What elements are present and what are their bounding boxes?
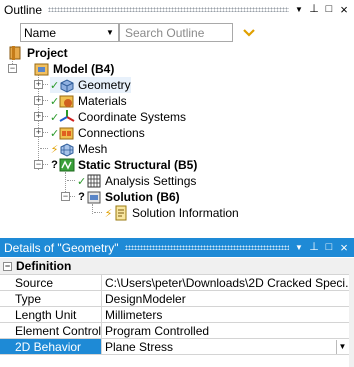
project-icon (8, 45, 24, 61)
tree-item-project[interactable]: Project (8, 45, 68, 61)
tree-label: Mesh (78, 142, 108, 156)
static-structural-icon (59, 157, 75, 173)
expand-search-icon[interactable] (241, 24, 257, 40)
property-value[interactable]: C:\Users\peter\Downloads\2D Cracked Spec… (102, 275, 349, 290)
tree-item-coordinate-systems[interactable]: ✓ Coordinate Systems (50, 109, 186, 125)
property-name: 2D Behavior (0, 339, 102, 354)
expand-toggle[interactable]: + (34, 128, 43, 137)
property-name: Length Unit (0, 307, 102, 322)
details-row-type[interactable]: Type DesignModeler (0, 291, 349, 307)
pane-menu-icon[interactable]: ▼ (293, 3, 305, 17)
pin-icon[interactable]: ⊥ (308, 3, 320, 17)
tree-label: Solution Information (132, 206, 239, 220)
details-row-length-unit[interactable]: Length Unit Millimeters (0, 307, 349, 323)
details-title: Details of "Geometry" (4, 240, 119, 255)
tree-item-solution[interactable]: ? Solution (B6) (77, 189, 180, 205)
question-status-icon: ? (78, 191, 85, 203)
outline-toolbar: Name ▼ (0, 21, 354, 44)
solution-information-icon (113, 205, 129, 221)
expand-toggle[interactable]: + (34, 80, 43, 89)
maximize-icon[interactable]: □ (323, 3, 335, 17)
search-input[interactable] (125, 25, 232, 40)
chevron-down-icon[interactable]: ▼ (104, 26, 116, 39)
tree-item-model[interactable]: Model (B4) (34, 61, 114, 77)
tree-label: Coordinate Systems (78, 110, 187, 124)
tree-label: Solution (B6) (105, 190, 180, 204)
collapse-toggle[interactable]: − (3, 261, 12, 271)
lightning-status-icon: ⚡ (50, 143, 59, 156)
collapse-toggle[interactable]: − (61, 192, 70, 201)
check-status-icon: ✓ (50, 111, 60, 124)
check-status-icon: ✓ (50, 79, 60, 92)
2d-behavior-select[interactable]: Plane Stress ▼ (102, 339, 349, 354)
property-name: Type (0, 291, 102, 306)
outline-title: Outline (4, 2, 43, 17)
mesh-icon (59, 141, 75, 157)
tree-item-analysis-settings[interactable]: ✓ Analysis Settings (77, 173, 196, 189)
solution-icon (86, 189, 102, 205)
group-definition[interactable]: − Definition (0, 258, 349, 275)
expand-toggle[interactable]: + (34, 96, 43, 105)
name-filter-value: Name (24, 25, 57, 40)
expand-toggle[interactable]: + (34, 112, 43, 121)
tree-item-solution-information[interactable]: ⚡ Solution Information (104, 205, 239, 221)
details-title-bar: Details of "Geometry" ▼ ⊥ □ × (0, 238, 354, 257)
title-grip[interactable] (124, 245, 289, 250)
pane-menu-icon[interactable]: ▼ (293, 241, 305, 255)
tree-label: Geometry (78, 78, 131, 92)
property-value[interactable]: Millimeters (102, 307, 349, 322)
coordinate-systems-icon (59, 109, 75, 125)
check-status-icon: ✓ (50, 127, 60, 140)
check-status-icon: ✓ (77, 175, 87, 188)
details-grid: − Definition Source C:\Users\peter\Downl… (0, 258, 349, 355)
name-filter-select[interactable]: Name ▼ (20, 23, 119, 42)
property-name: Element Control (0, 323, 102, 338)
question-status-icon: ? (51, 159, 58, 171)
property-value[interactable]: DesignModeler (102, 291, 349, 306)
close-icon[interactable]: × (338, 241, 350, 255)
tree-label: Connections (78, 126, 145, 140)
check-status-icon: ✓ (50, 95, 60, 108)
property-name: Source (0, 275, 102, 290)
search-outline-field[interactable] (119, 23, 233, 42)
details-scrollbar[interactable] (349, 258, 354, 367)
close-icon[interactable]: × (338, 3, 350, 17)
tree-item-mesh[interactable]: ⚡ Mesh (50, 141, 107, 157)
property-value[interactable]: Program Controlled (102, 323, 349, 338)
geometry-icon (59, 77, 75, 93)
connections-icon (59, 125, 75, 141)
outline-title-bar: Outline ▼ ⊥ □ × (0, 0, 354, 19)
tree-item-materials[interactable]: ✓ Materials (50, 93, 127, 109)
tree-label: Analysis Settings (105, 174, 197, 188)
maximize-icon[interactable]: □ (323, 241, 335, 255)
lightning-status-icon: ⚡ (104, 207, 113, 220)
details-row-source[interactable]: Source C:\Users\peter\Downloads\2D Crack… (0, 275, 349, 291)
tree-label: Static Structural (B5) (78, 158, 198, 172)
tree-item-static-structural[interactable]: ? Static Structural (B5) (50, 157, 197, 173)
title-grip[interactable] (48, 7, 289, 12)
model-icon (34, 61, 50, 77)
analysis-settings-icon (86, 173, 102, 189)
collapse-toggle[interactable]: − (8, 64, 17, 73)
property-value: Plane Stress (105, 339, 174, 354)
tree-item-geometry[interactable]: ✓ Geometry (50, 77, 131, 93)
pin-icon[interactable]: ⊥ (308, 241, 320, 255)
details-row-element-control[interactable]: Element Control Program Controlled (0, 323, 349, 339)
tree-label: Materials (78, 94, 127, 108)
outline-tree: Project − Model (B4) + ✓ Geometry + ✓ Ma… (0, 44, 354, 224)
group-label: Definition (16, 259, 72, 273)
details-row-2d-behavior[interactable]: 2D Behavior Plane Stress ▼ (0, 339, 349, 355)
collapse-toggle[interactable]: − (34, 160, 43, 169)
chevron-down-icon[interactable]: ▼ (336, 339, 348, 354)
tree-item-connections[interactable]: ✓ Connections (50, 125, 145, 141)
tree-label: Project (27, 46, 68, 60)
materials-icon (59, 93, 75, 109)
tree-label: Model (B4) (53, 62, 115, 76)
